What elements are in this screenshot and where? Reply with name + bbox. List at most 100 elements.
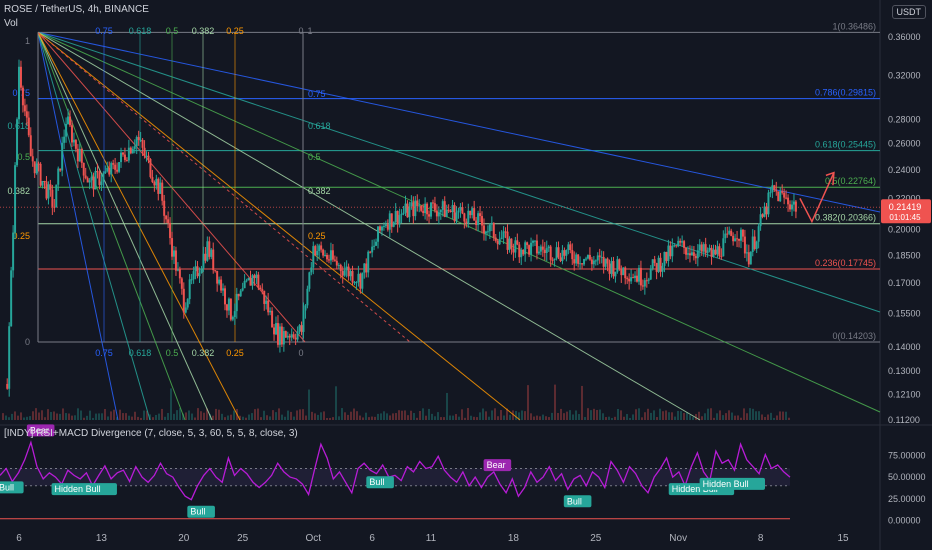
volume-bar [410,410,412,420]
candle-body [251,275,254,286]
volume-bar [500,410,502,420]
candle-body [628,278,631,282]
candle-body [243,280,246,289]
candle-body [82,162,85,176]
candle-body [565,249,568,256]
chart-canvas[interactable]: 0.360000.320000.280000.260000.240000.220… [0,0,932,550]
fan-top-label: 1 [307,26,312,36]
candle-body [508,238,511,250]
candle-body [651,259,654,269]
fib-level-label: 0.382(0.20366) [815,213,876,223]
candle-body [178,269,181,279]
candle-body [604,258,607,267]
rsi-tick-label: 75.00000 [888,450,926,460]
volume-bar [107,416,109,420]
volume-bar [443,417,445,420]
candle-body [649,268,652,280]
candle-body [661,265,664,272]
candle-body [286,335,289,338]
candle-body [626,278,629,280]
volume-bar [590,410,592,420]
candle-body [169,222,172,239]
candle-body [581,263,584,265]
volume-bar [620,410,622,420]
price-tick-label: 0.26000 [888,139,921,149]
volume-bar [254,409,256,420]
candle-body [467,210,470,224]
candle-body [149,159,152,178]
candle-body [192,271,195,280]
candle-body [779,191,782,202]
candle-body [722,238,725,257]
volume-bar [389,415,391,420]
volume-bar [326,417,328,420]
divergence-marker-label: Bull [567,496,582,506]
volume-bar [398,410,400,420]
volume-bar [539,416,541,420]
candle-body [451,205,454,212]
candle-body [57,168,60,185]
volume-bar [629,417,631,420]
candle-body [37,163,40,165]
candle-body [12,232,15,271]
fan-line [37,32,213,421]
candle-body [255,274,258,279]
volume-bar [659,408,661,420]
fan-line [37,32,151,421]
candle-body [320,245,323,250]
candle-body [114,164,117,170]
volume-bar [359,415,361,420]
volume-bar [593,408,595,420]
volume-bar [95,413,97,420]
candle-body [194,266,197,272]
candle-body [159,182,162,194]
time-tick-label: Oct [306,533,322,544]
volume-bar [137,416,139,420]
candle-body [163,200,166,216]
volume-bar [632,414,634,420]
volume-bar [176,410,178,420]
rsi-tick-label: 0.00000 [888,516,921,526]
candle-body [45,181,48,199]
currency-button[interactable]: USDT [891,5,926,19]
candle-body [357,273,360,283]
candle-body [341,271,344,276]
candle-body [326,254,329,260]
candle-body [577,254,580,264]
candle-body [732,235,735,242]
candle-body [461,207,464,214]
fan-line [37,31,521,421]
price-tick-label: 0.24000 [888,165,921,175]
candle-body [390,213,393,227]
candle-body [227,298,230,311]
candle-body [482,225,485,234]
candle-body [298,325,301,332]
volume-bar [257,408,259,420]
candle-body [316,251,319,256]
candle-body [398,215,401,225]
candle-body [545,248,548,254]
candle-body [728,230,731,234]
price-tick-label: 0.11200 [888,415,920,425]
candle-body [104,171,107,174]
volume-bar [596,410,598,420]
candle-body [624,267,627,279]
candle-body [131,148,134,154]
candle-body [200,268,203,274]
candle-body [51,189,54,207]
candle-body [224,288,226,305]
candle-body [33,161,36,174]
volume-bar [440,417,442,420]
candle-body [751,236,754,252]
volume-bar [2,413,4,420]
volume-bar [674,416,676,420]
candle-body [21,87,24,106]
candle-body [190,279,193,281]
candle-body [636,275,638,282]
volume-bar [452,415,454,420]
rsi-tick-label: 25.00000 [888,494,926,504]
candle-body [716,246,719,255]
candle-body [271,310,274,328]
candle-body [694,256,697,259]
volume-bar [749,408,751,420]
